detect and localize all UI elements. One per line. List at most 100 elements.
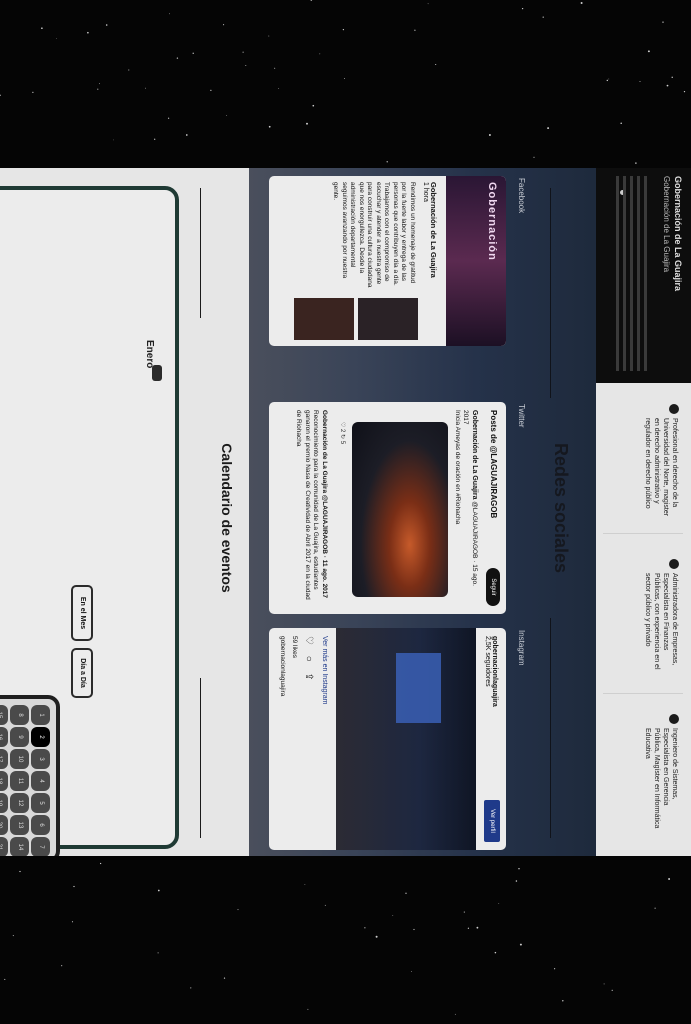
calendar-day[interactable]: 3 xyxy=(31,749,50,769)
rotated-webpage: Gobernación de La Guajira Gobernación de… xyxy=(0,168,691,856)
facebook-page-name[interactable]: Gobernación de La Guajira xyxy=(429,182,438,278)
star xyxy=(157,889,160,892)
star xyxy=(306,122,308,125)
star xyxy=(467,927,470,929)
star xyxy=(268,125,271,128)
calendar-day[interactable]: 12 xyxy=(10,793,29,813)
facebook-post-image[interactable] xyxy=(294,298,354,340)
tweet[interactable]: Gobernación de La Guajira @LAGUAJIRAGOB … xyxy=(294,410,329,600)
calendar-day[interactable]: 13 xyxy=(10,815,29,835)
star xyxy=(190,987,192,989)
calendar-day[interactable]: 18 xyxy=(0,771,8,791)
calendar-section: Calendario de eventos Enero En el Mes Dí… xyxy=(0,168,249,856)
star xyxy=(519,943,522,946)
calendar-day[interactable]: 20 xyxy=(0,815,8,835)
calendar-day[interactable]: 7 xyxy=(31,837,50,856)
star xyxy=(662,21,664,23)
star xyxy=(342,28,345,31)
calendar-day[interactable]: 10 xyxy=(10,749,29,769)
instagram-embed[interactable]: gobernacionlaguajira 2,5K seguidores Ver… xyxy=(269,628,506,850)
tweet-actions[interactable]: ♡ 2 ↻ 5 xyxy=(339,422,346,444)
twitter-label: Twitter xyxy=(517,404,526,428)
title-rule-right xyxy=(200,678,201,838)
star xyxy=(494,951,497,954)
view-more-link[interactable]: Ver más en Instagram xyxy=(321,636,328,704)
gov-title: Gobernación de La Guajira Gobernación de… xyxy=(661,176,683,291)
calendar-day[interactable]: 6 xyxy=(31,815,50,835)
star xyxy=(237,909,239,911)
follow-button[interactable]: Seguir xyxy=(486,568,500,606)
calendar-day[interactable]: 5 xyxy=(31,793,50,813)
star xyxy=(268,35,270,37)
facebook-cover: Gobernación xyxy=(446,176,506,346)
social-section: Redes sociales Facebook Twitter Instagra… xyxy=(249,168,596,856)
star xyxy=(364,927,366,929)
star xyxy=(0,94,1,96)
facebook-post-image[interactable] xyxy=(358,298,418,340)
star xyxy=(312,104,315,107)
view-day-button[interactable]: Día a Día xyxy=(71,648,93,698)
star xyxy=(310,0,313,1)
facebook-page-header[interactable]: Gobernación de La Guajira 1 hora xyxy=(422,182,438,278)
star xyxy=(654,907,656,909)
facebook-post-text: Rendimos un homenaje de gratitud por la … xyxy=(332,182,417,288)
view-month-button[interactable]: En el Mes xyxy=(71,585,93,641)
star xyxy=(344,77,345,79)
calendar-day[interactable]: 19 xyxy=(0,793,8,813)
star xyxy=(547,127,550,130)
star xyxy=(427,3,429,5)
star xyxy=(304,884,306,885)
star xyxy=(128,69,130,71)
calendar-day[interactable]: 21 xyxy=(0,837,8,856)
calendar-day[interactable]: 9 xyxy=(10,727,29,747)
star xyxy=(554,968,556,970)
calendar-day[interactable]: 4 xyxy=(31,771,50,791)
star xyxy=(498,903,500,904)
tweet-author[interactable]: Gobernación de La Guajira @LAGUAJIRAGOB … xyxy=(321,410,328,598)
tweet-author[interactable]: Gobernación de La Guajira xyxy=(471,410,478,499)
instagram-caption-user[interactable]: gobernacionlaguajira xyxy=(279,636,286,696)
star xyxy=(145,87,146,89)
instagram-label: Instagram xyxy=(517,630,526,666)
view-profile-button[interactable]: Ver perfil xyxy=(484,800,500,842)
profile-description: Profesional en derecho de la Universidad… xyxy=(643,404,679,522)
star xyxy=(192,52,194,54)
star xyxy=(476,926,479,929)
instagram-header[interactable]: gobernacionlaguajira 2,5K seguidores xyxy=(484,636,498,707)
profile-descriptions: Profesional en derecho de la Universidad… xyxy=(596,398,691,856)
instagram-photo[interactable] xyxy=(336,628,476,850)
instagram-user[interactable]: gobernacionlaguajira xyxy=(491,636,498,707)
calendar-day[interactable]: 1 xyxy=(31,705,50,725)
star xyxy=(154,138,156,140)
star xyxy=(73,885,75,888)
calendar-day[interactable]: 17 xyxy=(0,749,8,769)
facebook-embed[interactable]: Gobernación Gobernación de La Guajira 1 … xyxy=(269,176,506,346)
calendar-day[interactable]: 8 xyxy=(10,705,29,725)
instagram-action-icons[interactable]: ♡ ○ ⇪ xyxy=(303,636,314,685)
title-rule-left xyxy=(200,188,201,318)
star xyxy=(463,911,465,913)
star xyxy=(12,935,14,937)
month-nav-icon[interactable] xyxy=(152,365,162,381)
star xyxy=(223,977,226,979)
profile-avatar-icon xyxy=(669,404,679,414)
calendar-day[interactable]: 16 xyxy=(0,727,8,747)
calendar-day[interactable]: 15 xyxy=(0,705,8,725)
calendar-day[interactable]: 11 xyxy=(10,771,29,791)
star xyxy=(666,84,669,87)
profile-avatar-icon xyxy=(669,714,679,724)
calendar-day[interactable]: 14 xyxy=(10,837,29,856)
facebook-post-time: 1 hora xyxy=(422,182,429,202)
star xyxy=(386,161,388,163)
tweet[interactable]: Gobernación de La Guajira @LAGUAJIRAGOB … xyxy=(453,410,478,600)
star xyxy=(32,91,34,93)
star xyxy=(71,921,74,923)
star xyxy=(488,134,491,136)
title-rule-left xyxy=(550,188,551,398)
twitter-embed[interactable]: Posts de @LAGUAJIRAGOB Seguir Gobernació… xyxy=(269,402,506,614)
tweet-image[interactable] xyxy=(352,422,448,597)
calendar-day[interactable]: 2 xyxy=(31,727,50,747)
divider xyxy=(603,693,683,694)
star xyxy=(242,51,244,53)
gov-line-2: Gobernación de La Guajira xyxy=(662,176,671,273)
